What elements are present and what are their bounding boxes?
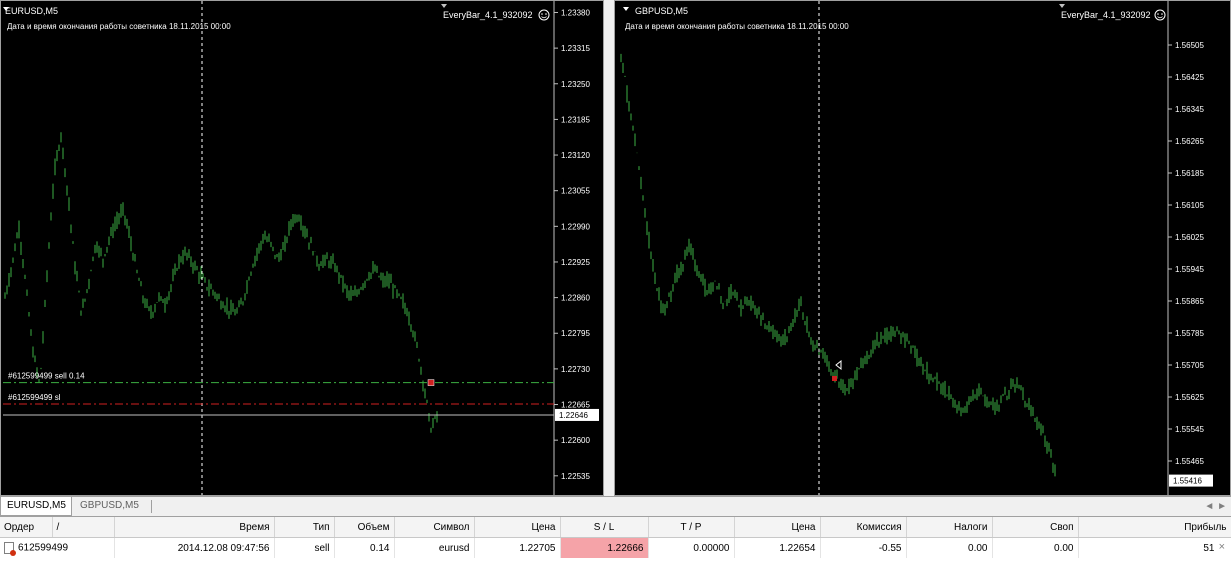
- price-tick-label: 1.22665: [561, 401, 590, 410]
- price-tick-label: 1.56185: [1175, 169, 1204, 178]
- orders-grid: Ордер / Время Тип Объем Символ Цена S / …: [0, 516, 1231, 561]
- price-tick-label: 1.56265: [1175, 137, 1204, 146]
- symbol-cell: eurusd: [394, 537, 475, 558]
- trade-marker-icon: [832, 376, 837, 381]
- chart-tabs-bar: EURUSD,M5 GBPUSD,M5 ◄ ►: [0, 496, 1231, 516]
- table-row[interactable]: 612599499 2014.12.08 09:47:56 sell 0.14 …: [0, 537, 1231, 558]
- col-taxes[interactable]: Налоги: [906, 517, 993, 538]
- price-tick-label: 1.55705: [1175, 361, 1204, 370]
- price-tick-label: 1.22795: [561, 329, 590, 338]
- col-tp[interactable]: T / P: [648, 517, 735, 538]
- chart-symbol-title: GBPUSD,M5: [635, 6, 688, 16]
- col-symbol[interactable]: Символ: [394, 517, 475, 538]
- col-open-price[interactable]: Цена: [474, 517, 561, 538]
- chart-window-eurusd[interactable]: #612599499 sell 0.14 #612599499 sl 1.2338…: [0, 0, 604, 496]
- time-cell: 2014.12.08 09:47:56: [114, 537, 275, 558]
- sort-indicator[interactable]: /: [52, 517, 115, 538]
- order-line-label: #612599499 sell 0.14: [8, 372, 85, 381]
- price-tick-label: 1.55865: [1175, 297, 1204, 306]
- col-order[interactable]: Ордер: [0, 517, 53, 538]
- price-tick-label: 1.22600: [561, 436, 590, 445]
- price-tick-label: 1.22860: [561, 294, 590, 303]
- open-price-cell: 1.22705: [474, 537, 561, 558]
- col-swap[interactable]: Своп: [992, 517, 1079, 538]
- price-tick-label: 1.22730: [561, 365, 590, 374]
- tab-scroll-arrows[interactable]: ◄ ►: [1204, 497, 1227, 516]
- price-tick-label: 1.23120: [561, 151, 590, 160]
- col-time[interactable]: Время: [114, 517, 275, 538]
- price-tick-label: 1.22990: [561, 222, 590, 231]
- trade-marker-icon: [427, 379, 435, 386]
- price-tick-label: 1.55545: [1175, 425, 1204, 434]
- order-id-cell[interactable]: 612599499: [0, 537, 115, 558]
- commission-cell: -0.55: [820, 537, 907, 558]
- price-tick-label: 1.23380: [561, 8, 590, 17]
- price-tick-label: 1.23315: [561, 44, 590, 53]
- order-icon: [4, 542, 16, 556]
- expert-info-line: Дата и время окончания работы советника …: [7, 22, 231, 31]
- tab-eurusd[interactable]: EURUSD,M5: [0, 497, 72, 516]
- type-cell: sell: [274, 537, 335, 558]
- price-chart-eurusd[interactable]: #612599499 sell 0.14 #612599499 sl 1.2338…: [1, 1, 603, 495]
- price-tick-label: 1.23250: [561, 80, 590, 89]
- table-header-row: Ордер / Время Тип Объем Символ Цена S / …: [0, 517, 1231, 538]
- volume-cell: 0.14: [334, 537, 395, 558]
- current-price-label: 1.22646: [559, 411, 588, 420]
- price-tick-label: 1.23055: [561, 187, 590, 196]
- price-tick-label: 1.56345: [1175, 105, 1204, 114]
- price-tick-label: 1.22925: [561, 258, 590, 267]
- window-splitter[interactable]: [604, 0, 614, 496]
- price-tick-label: 1.56505: [1175, 41, 1204, 50]
- chart-symbol-title: EURUSD,M5: [5, 6, 58, 16]
- price-tick-label: 1.23185: [561, 115, 590, 124]
- current-price-label: 1.55416: [1173, 477, 1202, 486]
- price-tick-label: 1.56025: [1175, 233, 1204, 242]
- price-tick-label: 1.55945: [1175, 265, 1204, 274]
- expert-name: EveryBar_4.1_932092: [443, 10, 533, 20]
- col-volume[interactable]: Объем: [334, 517, 395, 538]
- price-tick-label: 1.56105: [1175, 201, 1204, 210]
- tp-cell[interactable]: 0.00000: [648, 537, 735, 558]
- tab-gbpusd[interactable]: GBPUSD,M5: [74, 497, 150, 516]
- price-tick-label: 1.56425: [1175, 73, 1204, 82]
- col-commission[interactable]: Комиссия: [820, 517, 907, 538]
- price-tick-label: 1.55625: [1175, 393, 1204, 402]
- current-price-cell: 1.22654: [734, 537, 821, 558]
- col-current-price[interactable]: Цена: [734, 517, 821, 538]
- expert-name: EveryBar_4.1_932092: [1061, 10, 1151, 20]
- close-order-icon[interactable]: ×: [1219, 541, 1225, 553]
- sl-cell[interactable]: 1.22666: [560, 537, 649, 558]
- price-tick-label: 1.55785: [1175, 329, 1204, 338]
- expert-info-line: Дата и время окончания работы советника …: [625, 22, 849, 31]
- price-tick-label: 1.55465: [1175, 457, 1204, 466]
- taxes-cell: 0.00: [906, 537, 993, 558]
- chart-window-gbpusd[interactable]: 1.56505 1.56425 1.56345 1.56265 1.56185 1.561…: [614, 0, 1231, 496]
- order-id: 612599499: [18, 542, 69, 554]
- stop-loss-label: #612599499 sl: [8, 393, 61, 402]
- price-chart-gbpusd[interactable]: 1.56505 1.56425 1.56345 1.56265 1.56185 1.561…: [615, 1, 1230, 495]
- price-tick-label: 1.22535: [561, 472, 590, 481]
- col-sl[interactable]: S / L: [560, 517, 649, 538]
- swap-cell: 0.00: [992, 537, 1079, 558]
- col-profit[interactable]: Прибыль: [1078, 517, 1231, 538]
- tab-divider: [151, 500, 152, 513]
- col-type[interactable]: Тип: [274, 517, 335, 538]
- profit-cell: 51: [1078, 537, 1231, 558]
